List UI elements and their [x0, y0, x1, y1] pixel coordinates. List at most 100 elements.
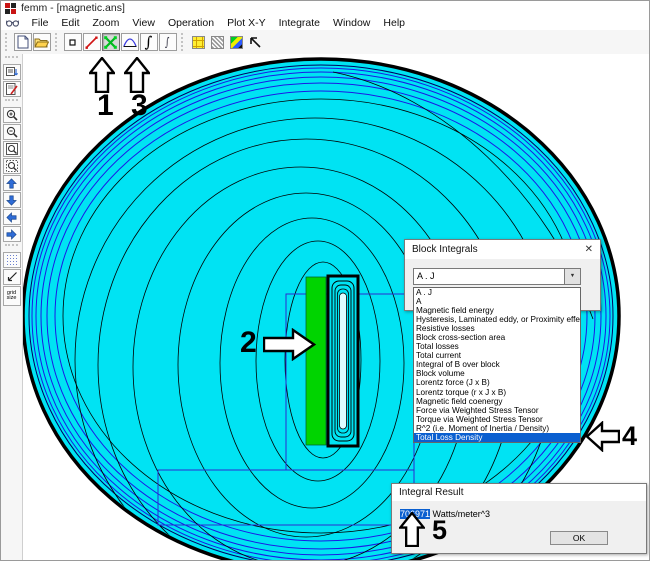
- zoom-out-button[interactable]: [3, 124, 21, 140]
- menu-window[interactable]: Window: [327, 16, 377, 30]
- combobox-value: A . J: [414, 269, 564, 284]
- integral-icon: ∫: [145, 35, 153, 50]
- list-item[interactable]: Total current: [414, 351, 580, 360]
- title-bar: femm - [magnetic.ans]: [1, 1, 649, 16]
- selected-block[interactable]: [306, 277, 326, 445]
- zoom-window-icon: [6, 143, 18, 155]
- grid-size-label: grid size: [4, 291, 20, 302]
- annotation-label-3: 3: [131, 91, 148, 121]
- menu-operation[interactable]: Operation: [161, 16, 220, 30]
- zoom-window-button[interactable]: [3, 141, 21, 157]
- point-values-mode-button[interactable]: [64, 33, 82, 51]
- list-item[interactable]: Lorentz force (J x B): [414, 378, 580, 387]
- list-item[interactable]: Magnetic field coenergy: [414, 397, 580, 406]
- femm-window: femm - [magnetic.ans] File Edit Zoom Vie…: [0, 0, 650, 561]
- menu-bar: File Edit Zoom View Operation Plot X-Y I…: [1, 16, 649, 30]
- pan-up-button[interactable]: [3, 175, 21, 191]
- mesh-view-button[interactable]: [209, 33, 227, 51]
- toolbar-gripper: [5, 244, 18, 250]
- block-selection-mode-button[interactable]: [102, 33, 120, 51]
- list-item[interactable]: Block cross-section area: [414, 333, 580, 342]
- open-file-button[interactable]: [33, 33, 51, 51]
- set-grid-size-button[interactable]: grid size: [3, 286, 21, 306]
- block-integral-icon: ∫: [165, 36, 169, 48]
- menu-edit[interactable]: Edit: [55, 16, 86, 30]
- list-item[interactable]: Total losses: [414, 342, 580, 351]
- xy-plot-arc-icon: [123, 36, 137, 48]
- annotation-arrow-1-up-icon: [89, 57, 115, 93]
- edit-properties-button[interactable]: [3, 81, 21, 97]
- menu-integrate[interactable]: Integrate: [272, 16, 326, 30]
- block-integrals-dialog: Block Integrals ✕ A . J ▼ A . JAMagnetic…: [404, 239, 601, 311]
- pan-right-icon: [6, 229, 17, 240]
- list-item[interactable]: Lorentz torque (r x J x B): [414, 388, 580, 397]
- new-file-button[interactable]: [14, 33, 32, 51]
- list-item[interactable]: A . J: [414, 288, 580, 297]
- window-title: femm - [magnetic.ans]: [21, 1, 125, 16]
- plot-xy-button[interactable]: [121, 33, 139, 51]
- annotation-label-2: 2: [240, 328, 257, 358]
- list-item[interactable]: Magnetic field energy: [414, 306, 580, 315]
- toolbar-gripper: [5, 99, 18, 105]
- pan-down-button[interactable]: [3, 192, 21, 208]
- pan-left-button[interactable]: [3, 209, 21, 225]
- list-item[interactable]: A: [414, 297, 580, 306]
- point-mode-icon: [69, 39, 76, 46]
- pan-down-icon: [6, 195, 17, 206]
- snap-to-grid-button[interactable]: [3, 269, 21, 285]
- color-plot-icon: [230, 36, 243, 49]
- snap-icon: [6, 271, 18, 283]
- pointer-button[interactable]: [247, 33, 265, 51]
- list-item[interactable]: Total Loss Density: [414, 433, 580, 442]
- contour-mode-button[interactable]: [83, 33, 101, 51]
- menu-help[interactable]: Help: [377, 16, 412, 30]
- pointer-arrow-icon: [249, 36, 262, 49]
- edit-document-icon: [6, 83, 18, 95]
- chevron-down-icon[interactable]: ▼: [564, 269, 580, 284]
- contour-color-plot-button[interactable]: [228, 33, 246, 51]
- open-folder-icon: [34, 36, 49, 48]
- list-item[interactable]: R^2 (i.e. Moment of Inertia / Density): [414, 424, 580, 433]
- integral-type-combobox[interactable]: A . J ▼: [413, 268, 581, 285]
- list-item[interactable]: Hysteresis, Laminated eddy, or Proximity…: [414, 315, 580, 324]
- annotation-arrow-3-up-icon: [124, 57, 150, 93]
- list-item[interactable]: Force via Weighted Stress Tensor: [414, 406, 580, 415]
- block-integral-button[interactable]: ∫: [159, 33, 177, 51]
- menu-view[interactable]: View: [126, 16, 162, 30]
- zoom-extents-icon: [6, 160, 18, 172]
- postprocessor-glasses-icon: [6, 18, 19, 28]
- menu-file[interactable]: File: [25, 16, 55, 30]
- integral-type-dropdown-list: A . JAMagnetic field energyHysteresis, L…: [413, 287, 581, 443]
- zoom-in-button[interactable]: [3, 107, 21, 123]
- density-plot-button[interactable]: [190, 33, 208, 51]
- coil-block[interactable]: [328, 276, 358, 446]
- list-item[interactable]: Integral of B over block: [414, 360, 580, 369]
- menu-zoom[interactable]: Zoom: [86, 16, 126, 30]
- block-mode-green-x-icon: [104, 36, 117, 49]
- pan-right-button[interactable]: [3, 226, 21, 242]
- femm-app-icon: [5, 3, 16, 14]
- zoom-out-icon: [6, 126, 18, 138]
- integral-result-title-bar: Integral Result: [392, 484, 646, 501]
- density-plot-icon: [192, 36, 205, 49]
- menu-plot-xy[interactable]: Plot X-Y: [221, 16, 273, 30]
- annotation-arrow-4-left-icon: [585, 421, 620, 452]
- list-item[interactable]: Block volume: [414, 369, 580, 378]
- output-list-button[interactable]: [3, 64, 21, 80]
- pan-up-icon: [6, 178, 17, 189]
- line-integral-button[interactable]: ∫: [140, 33, 158, 51]
- show-grid-button[interactable]: [3, 252, 21, 268]
- toolbar-gripper: [181, 33, 186, 51]
- list-item[interactable]: Torque via Weighted Stress Tensor: [414, 415, 580, 424]
- zoom-in-icon: [6, 109, 18, 121]
- ok-button[interactable]: OK: [550, 531, 608, 545]
- block-integrals-title-bar: Block Integrals ✕: [405, 240, 600, 259]
- list-item[interactable]: Resistive losses: [414, 324, 580, 333]
- close-icon[interactable]: ✕: [585, 240, 593, 259]
- annotation-label-5: 5: [432, 515, 447, 545]
- toolbar-gripper: [5, 33, 10, 51]
- toolbar-gripper: [5, 56, 18, 62]
- toolbar-gripper: [55, 33, 60, 51]
- annotation-label-1: 1: [97, 91, 114, 121]
- zoom-extents-button[interactable]: [3, 158, 21, 174]
